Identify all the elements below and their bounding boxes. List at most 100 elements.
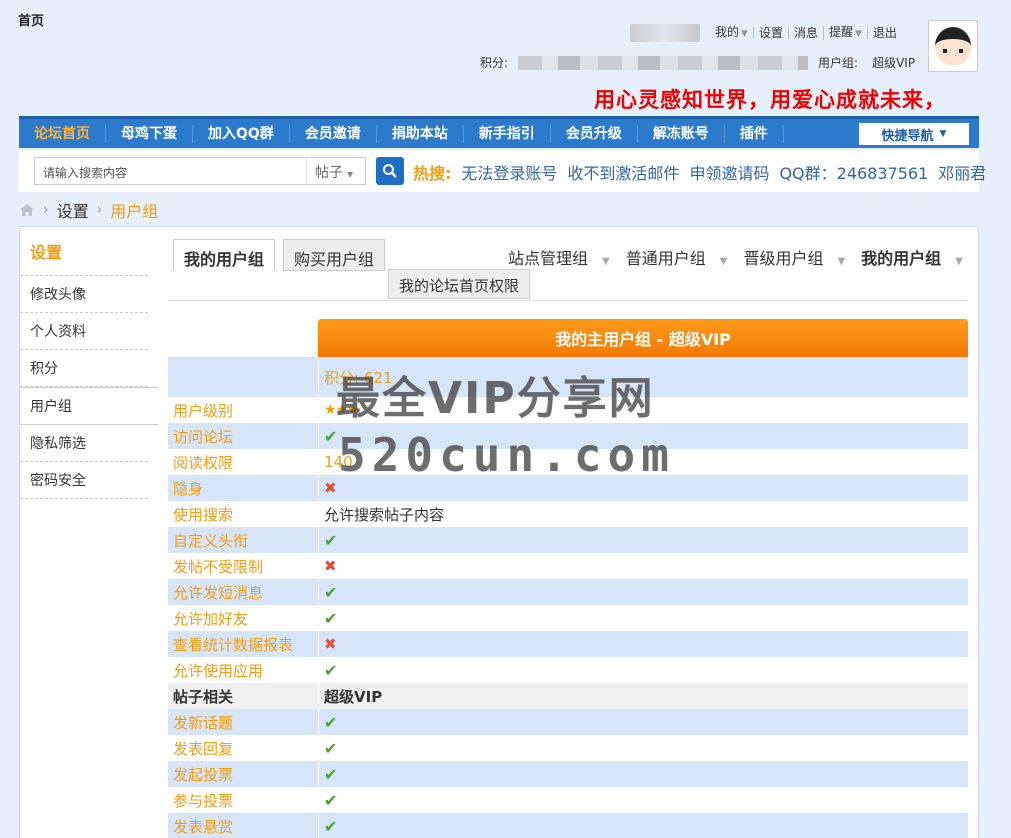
nav-item-invite[interactable]: 会员邀请 xyxy=(290,124,377,143)
perm-value-cell: ✔ xyxy=(318,709,968,735)
check-icon: ✔ xyxy=(324,582,338,602)
sidebar-item-usergroup[interactable]: 用户组 xyxy=(20,387,158,425)
breadcrumb-usergroup[interactable]: 用户组 xyxy=(110,198,158,222)
avatar[interactable] xyxy=(928,20,978,72)
tabs-area: 我的用户组 购买用户组 我的论坛首页权限 站点管理组 ▼ 普通用户组 ▼ 晋级用户组… xyxy=(168,239,968,301)
sidebar-item-privacy[interactable]: 隐私筛选 xyxy=(20,425,148,462)
perm-label: 自定义头衔 xyxy=(173,531,249,550)
nav-item-donate[interactable]: 捐助本站 xyxy=(377,124,464,143)
username-blurred[interactable] xyxy=(630,24,700,42)
table-header-row: 我的主用户组 - 超级VIP xyxy=(168,319,968,357)
nav-item-plugins[interactable]: 插件 xyxy=(725,124,784,143)
perm-value-cell: ✔ xyxy=(318,423,968,449)
tab-buy-group[interactable]: 购买用户组 xyxy=(283,239,386,271)
menu-messages[interactable]: 消息 xyxy=(787,27,823,39)
search-button[interactable] xyxy=(376,157,404,185)
points-value: 积分: 621 xyxy=(318,357,968,397)
perm-value-cell: ✔ xyxy=(318,735,968,761)
search-bar: 请输入搜索内容 帖子 ▼ 热搜: 无法登录账号 收不到激活邮件 申领邀请码 QQ群… xyxy=(19,150,986,192)
avatar-face-icon xyxy=(935,27,971,65)
menu-reminders[interactable]: 提醒 ▼ xyxy=(822,26,867,40)
level-stars-icon: ★★★ xyxy=(324,402,360,418)
hot-link[interactable]: 无法登录账号 xyxy=(461,160,557,184)
perm-value: 140 xyxy=(324,453,353,471)
hot-link[interactable]: 邓丽君 xyxy=(938,160,986,184)
table-row: 访问论坛 ✔ xyxy=(168,423,968,449)
search-input[interactable]: 请输入搜索内容 xyxy=(34,157,307,185)
nav-item-upgrade[interactable]: 会员升级 xyxy=(551,124,638,143)
group-nav-admin[interactable]: 站点管理组 ▼ xyxy=(508,245,610,269)
sidebar-item-credits[interactable]: 积分 xyxy=(20,350,148,387)
perm-value-cell: ✖ xyxy=(318,631,968,657)
sidebar-item-avatar[interactable]: 修改头像 xyxy=(20,276,148,313)
perm-label: 发表悬赏 xyxy=(173,817,234,836)
sidebar-item-password[interactable]: 密码安全 xyxy=(20,462,148,499)
usergroup-label: 用户组: xyxy=(818,56,859,70)
settings-sidebar: 设置 修改头像 个人资料 积分 用户组 隐私筛选 密码安全 xyxy=(20,227,158,499)
hot-search: 热搜: 无法登录账号 收不到激活邮件 申领邀请码 QQ群：246837561 邓… xyxy=(413,160,986,184)
search-icon xyxy=(383,164,397,178)
check-icon: ✔ xyxy=(324,608,338,628)
table-row: 发表悬赏 ✔ xyxy=(168,813,968,838)
caret-down-icon: ▼ xyxy=(939,129,947,139)
perm-label: 允许发短消息 xyxy=(173,583,264,602)
perm-label: 用户级别 xyxy=(173,401,234,420)
chevron-right-icon: › xyxy=(43,202,49,218)
quick-nav-button[interactable]: 快捷导航 ▼ xyxy=(859,123,969,145)
nav-item-unfreeze[interactable]: 解冻账号 xyxy=(638,124,725,143)
perm-label: 隐身 xyxy=(173,479,204,498)
search-type-select[interactable]: 帖子 ▼ xyxy=(306,157,366,185)
perm-label: 发起投票 xyxy=(173,765,234,784)
hot-link[interactable]: QQ群：246837561 xyxy=(779,160,928,184)
sidebar-item-profile[interactable]: 个人资料 xyxy=(20,313,148,350)
main-group-header: 我的主用户组 - 超级VIP xyxy=(318,319,968,357)
usergroup-value[interactable]: 超级VIP xyxy=(872,54,915,71)
group-nav-normal[interactable]: 普通用户组 ▼ xyxy=(626,245,728,269)
home-link[interactable]: 首页 xyxy=(18,10,44,29)
perm-value-cell: ✔ xyxy=(318,579,968,605)
tab-home-permission[interactable]: 我的论坛首页权限 xyxy=(388,269,531,299)
menu-logout[interactable]: 退出 xyxy=(866,27,902,39)
menu-settings[interactable]: 设置 xyxy=(752,27,788,39)
perm-label: 发表回复 xyxy=(173,739,234,758)
perm-label: 访问论坛 xyxy=(173,427,234,446)
points-label: 积分: xyxy=(480,56,509,70)
perm-value-cell: 140 xyxy=(318,449,968,475)
hot-link[interactable]: 收不到激活邮件 xyxy=(567,160,679,184)
nav-item-guide[interactable]: 新手指引 xyxy=(464,124,551,143)
group-nav: 站点管理组 ▼ 普通用户组 ▼ 晋级用户组 ▼ 我的用户组 ▼ xyxy=(508,245,963,269)
sidebar-title: 设置 xyxy=(20,227,148,276)
menu-my[interactable]: 我的 ▼ xyxy=(710,26,753,40)
perm-value-cell: ✔ xyxy=(318,657,968,683)
cross-icon: ✖ xyxy=(324,635,337,653)
check-icon: ✔ xyxy=(324,426,338,446)
nav-item-hen[interactable]: 母鸡下蛋 xyxy=(106,124,193,143)
group-nav-promoted[interactable]: 晋级用户组 ▼ xyxy=(743,245,845,269)
perm-label: 允许加好友 xyxy=(173,609,249,628)
table-row: 阅读权限 140 xyxy=(168,449,968,475)
perm-label: 参与投票 xyxy=(173,791,234,810)
perm-label: 阅读权限 xyxy=(173,453,234,472)
table-row: 允许使用应用 ✔ xyxy=(168,657,968,683)
check-icon: ✔ xyxy=(324,712,338,732)
check-icon: ✔ xyxy=(324,738,338,758)
slogan: 用心灵感知世界，用爱心成就未来， xyxy=(594,87,946,112)
perm-value-cell: ✔ xyxy=(318,527,968,553)
hot-link[interactable]: 申领邀请码 xyxy=(689,160,769,184)
table-row: 允许发短消息 ✔ xyxy=(168,579,968,605)
perm-value-cell: ✔ xyxy=(318,761,968,787)
points-row: 积分: 621 xyxy=(168,357,968,397)
tab-my-group[interactable]: 我的用户组 xyxy=(173,239,276,271)
nav-item-home[interactable]: 论坛首页 xyxy=(19,124,106,143)
home-icon[interactable] xyxy=(19,203,35,217)
breadcrumb-settings[interactable]: 设置 xyxy=(57,198,89,222)
nav-item-qq-group[interactable]: 加入QQ群 xyxy=(193,124,290,143)
perm-value-cell: ✖ xyxy=(318,553,968,579)
section-row-posts: 帖子相关 超级VIP xyxy=(168,683,968,709)
group-nav-mine[interactable]: 我的用户组 ▼ xyxy=(861,245,963,269)
hot-search-label: 热搜: xyxy=(413,164,452,183)
table-row: 发帖不受限制 ✖ xyxy=(168,553,968,579)
check-icon: ✔ xyxy=(324,816,338,836)
perm-value-cell: ✔ xyxy=(318,787,968,813)
perm-value-cell: ★★★ xyxy=(318,397,968,423)
